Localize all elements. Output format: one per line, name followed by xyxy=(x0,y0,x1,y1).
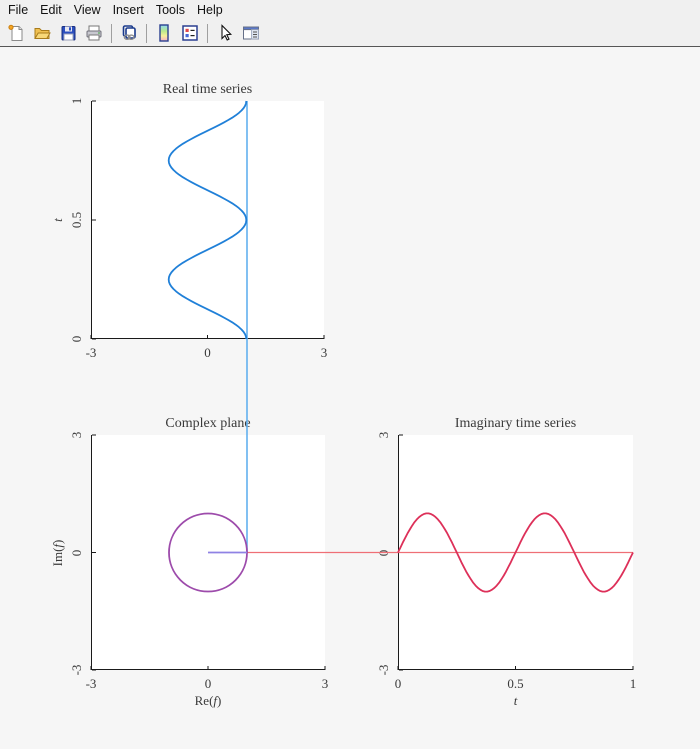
x-tick-label: 0.5 xyxy=(507,677,523,691)
open-button[interactable] xyxy=(29,21,55,45)
menu-insert[interactable]: Insert xyxy=(107,1,150,19)
x-axis-label: t xyxy=(514,694,518,708)
colorbar-button[interactable] xyxy=(151,21,177,45)
figure-window: { "window": { "chrome_bg": "#f0f0f0", "c… xyxy=(0,0,700,749)
print-button[interactable] xyxy=(81,21,107,45)
toolbar-separator xyxy=(111,24,112,43)
print-icon xyxy=(84,23,104,43)
toolbar xyxy=(0,20,700,47)
y-axis-label-part: t xyxy=(50,218,65,222)
y-tick-label: 0 xyxy=(70,549,84,556)
y-axis-label-part: Im( xyxy=(50,547,65,566)
y-axis-label: Im(f) xyxy=(51,539,65,566)
plot-title: Real time series xyxy=(163,82,252,98)
chart-labels-layer: Real time series-30310.50tComplex plane-… xyxy=(0,47,700,749)
plot-title: Imaginary time series xyxy=(455,416,576,432)
save-button[interactable] xyxy=(55,21,81,45)
figure-properties-icon xyxy=(241,23,261,43)
figure-canvas: Real time series-30310.50tComplex plane-… xyxy=(0,47,700,749)
x-axis-label-part: Re( xyxy=(195,693,214,708)
pointer-icon xyxy=(215,23,235,43)
x-tick-label: -3 xyxy=(86,677,97,691)
copy-button[interactable] xyxy=(116,21,142,45)
y-tick-label: -3 xyxy=(377,665,391,676)
x-tick-label: 1 xyxy=(630,677,637,691)
colorbar-icon xyxy=(154,23,174,43)
x-tick-label: 3 xyxy=(321,346,328,360)
new-figure-icon xyxy=(6,23,26,43)
menu-view[interactable]: View xyxy=(68,1,107,19)
legend-icon xyxy=(180,23,200,43)
x-tick-label: -3 xyxy=(86,346,97,360)
y-tick-label: 0 xyxy=(70,336,84,343)
x-tick-label: 3 xyxy=(322,677,329,691)
figure-properties-button[interactable] xyxy=(238,21,264,45)
x-axis-label: Re(f) xyxy=(195,694,222,708)
y-axis-label-part: ) xyxy=(50,539,65,543)
y-tick-label: -3 xyxy=(70,665,84,676)
plot-title: Complex plane xyxy=(165,416,250,432)
x-axis-label-part: ) xyxy=(217,693,221,708)
menu-edit[interactable]: Edit xyxy=(34,1,68,19)
menu-bar: File Edit View Insert Tools Help xyxy=(0,0,700,20)
y-tick-label: 0 xyxy=(377,549,391,556)
open-folder-icon xyxy=(32,23,52,43)
legend-button[interactable] xyxy=(177,21,203,45)
menu-help[interactable]: Help xyxy=(191,1,229,19)
y-axis-label: t xyxy=(51,218,65,222)
y-tick-label: 0.5 xyxy=(70,212,84,228)
menu-file[interactable]: File xyxy=(2,1,34,19)
toolbar-separator xyxy=(207,24,208,43)
save-icon xyxy=(58,23,78,43)
x-tick-label: 0 xyxy=(205,677,212,691)
toolbar-separator xyxy=(146,24,147,43)
y-tick-label: 3 xyxy=(70,432,84,439)
x-axis-label-part: t xyxy=(514,693,518,708)
copy-link-icon xyxy=(119,23,139,43)
pointer-button[interactable] xyxy=(212,21,238,45)
x-tick-label: 0 xyxy=(204,346,211,360)
new-figure-button[interactable] xyxy=(3,21,29,45)
y-tick-label: 3 xyxy=(377,432,391,439)
menu-tools[interactable]: Tools xyxy=(150,1,191,19)
x-tick-label: 0 xyxy=(395,677,402,691)
y-tick-label: 1 xyxy=(70,98,84,105)
